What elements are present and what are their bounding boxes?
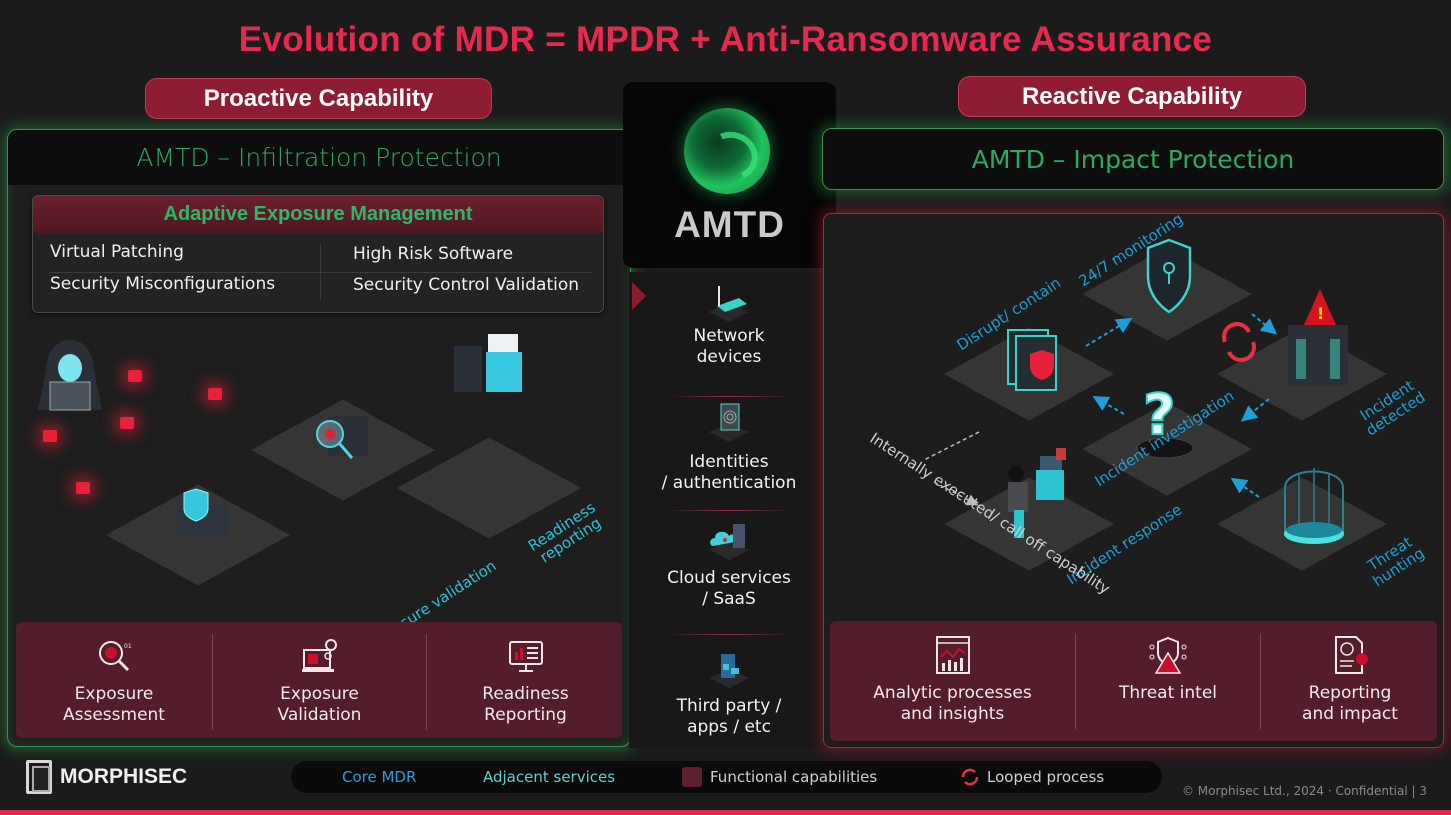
looped-process-icon [961,768,979,786]
magnifier-bug-icon: 01 [99,641,132,672]
analytics-chart-icon [935,636,970,674]
function-exposure-validation: Exposure Validation [213,622,426,738]
laptop-shield-icon [178,488,228,535]
router-icon [709,286,749,322]
adaptive-exposure-management-box: Adaptive Exposure Management Virtual Pat… [32,195,604,313]
svg-text:01: 01 [124,643,132,650]
function-label: Analytic processes and insights [873,683,1032,724]
morphisec-logo-mark-icon [26,760,52,794]
infiltration-protection-header: AMTD – Infiltration Protection [8,130,630,185]
amtd-orb-icon [684,108,770,194]
proactive-capability-pill: Proactive Capability [145,78,492,119]
cloud-server-icon [709,524,749,560]
hacker-icon [38,340,102,411]
function-label: Threat intel [1118,683,1218,703]
morphisec-logo: MORPHISEC [26,760,187,794]
malware-bug-icon [76,482,90,494]
reactive-capability-pill: Reactive Capability [958,76,1306,117]
report-document-icon [1335,636,1368,674]
flow-arrow [1085,317,1133,347]
proactive-functions-footer: 01 Exposure Assessment Exposure Validati… [16,622,622,738]
functional-swatch-icon [682,767,702,787]
legend-core-mdr: Core MDR [342,761,416,793]
brand-name: MORPHISEC [60,765,188,788]
amtd-logo-box: AMTD [623,82,836,268]
legend: Core MDR Adjacent services Functional ca… [291,761,1162,793]
function-readiness-reporting: Readiness Reporting [427,622,624,738]
aem-item: High Risk Software [353,244,514,264]
laptop-checklist-gear-icon [301,639,337,672]
server-folder-icon [454,334,522,392]
flow-arrow [1251,313,1278,335]
slide-title: Evolution of MDR = MPDR + Anti-Ransomwar… [238,20,1213,59]
malware-bug-icon [43,430,57,442]
legend-label: Adjacent services [483,768,616,786]
flow-arrow [1240,398,1270,422]
flow-arrow [1230,477,1260,498]
legend-label: Looped process [987,768,1105,786]
legend-looped-process: Looped process [959,761,1104,793]
malware-bug-icon [120,417,134,429]
bottom-accent-bar [0,810,1451,815]
function-threat-intel: Threat intel [1076,621,1260,741]
malware-bug-icon [208,388,222,400]
legend-adjacent-services: Adjacent services [483,761,615,793]
service-label: Identities / authentication [661,452,797,493]
amtd-center-column: AMTD Network devices Identities / authen… [623,82,836,748]
flow-arrow-icon [632,282,646,310]
aem-item: Virtual Patching [50,242,184,262]
shield-bug-icon [1149,636,1187,674]
service-label: Network devices [693,326,765,367]
service-divider [667,396,791,397]
service-label: Cloud services / SaaS [667,568,791,609]
legend-label: Core MDR [342,768,417,786]
flow-arrow [1092,396,1125,415]
call-off-arrow [933,481,979,506]
impact-protection-header: AMTD – Impact Protection [822,128,1444,190]
amtd-label: AMTD [674,204,785,245]
apps-icon [709,654,749,688]
process-flow-arrows [923,313,1278,506]
function-label: Exposure Validation [277,684,362,725]
function-label: Exposure Assessment [63,684,165,725]
function-label: Readiness Reporting [482,684,569,725]
aem-item: Security Control Validation [353,275,580,295]
call-off-line [923,431,980,461]
legend-functional-capabilities: Functional capabilities [682,761,877,793]
service-label: Third party / apps / etc [676,696,782,737]
service-divider [667,634,791,635]
service-divider [667,510,791,511]
function-exposure-assessment: 01 Exposure Assessment [16,622,212,738]
monitor-report-icon [508,641,543,672]
aem-item: Security Misconfigurations [50,274,276,294]
impact-protection-panel: ! ? 24/7 monitoring Disrupt/ contain Inc… [823,210,1444,748]
function-label: Reporting and impact [1302,683,1398,724]
aem-divider [49,272,593,273]
infiltration-protection-panel: AMTD – Infiltration Protection Adaptive … [7,129,631,747]
aem-title: Adaptive Exposure Management [33,196,603,233]
magnifier-bug-icon [316,416,368,459]
malware-bug-icon [128,370,142,382]
function-analytic-processes: Analytic processes and insights [830,621,1075,741]
legend-label: Functional capabilities [710,768,878,786]
fingerprint-icon [709,403,749,442]
function-reporting-impact: Reporting and impact [1261,621,1439,741]
copyright-footer: © Morphisec Ltd., 2024 · Confidential | … [1181,784,1427,798]
reactive-functions-footer: Analytic processes and insights Threat i… [830,621,1437,741]
adjacent-services-list: Network devices Identities / authenticat… [629,272,829,748]
